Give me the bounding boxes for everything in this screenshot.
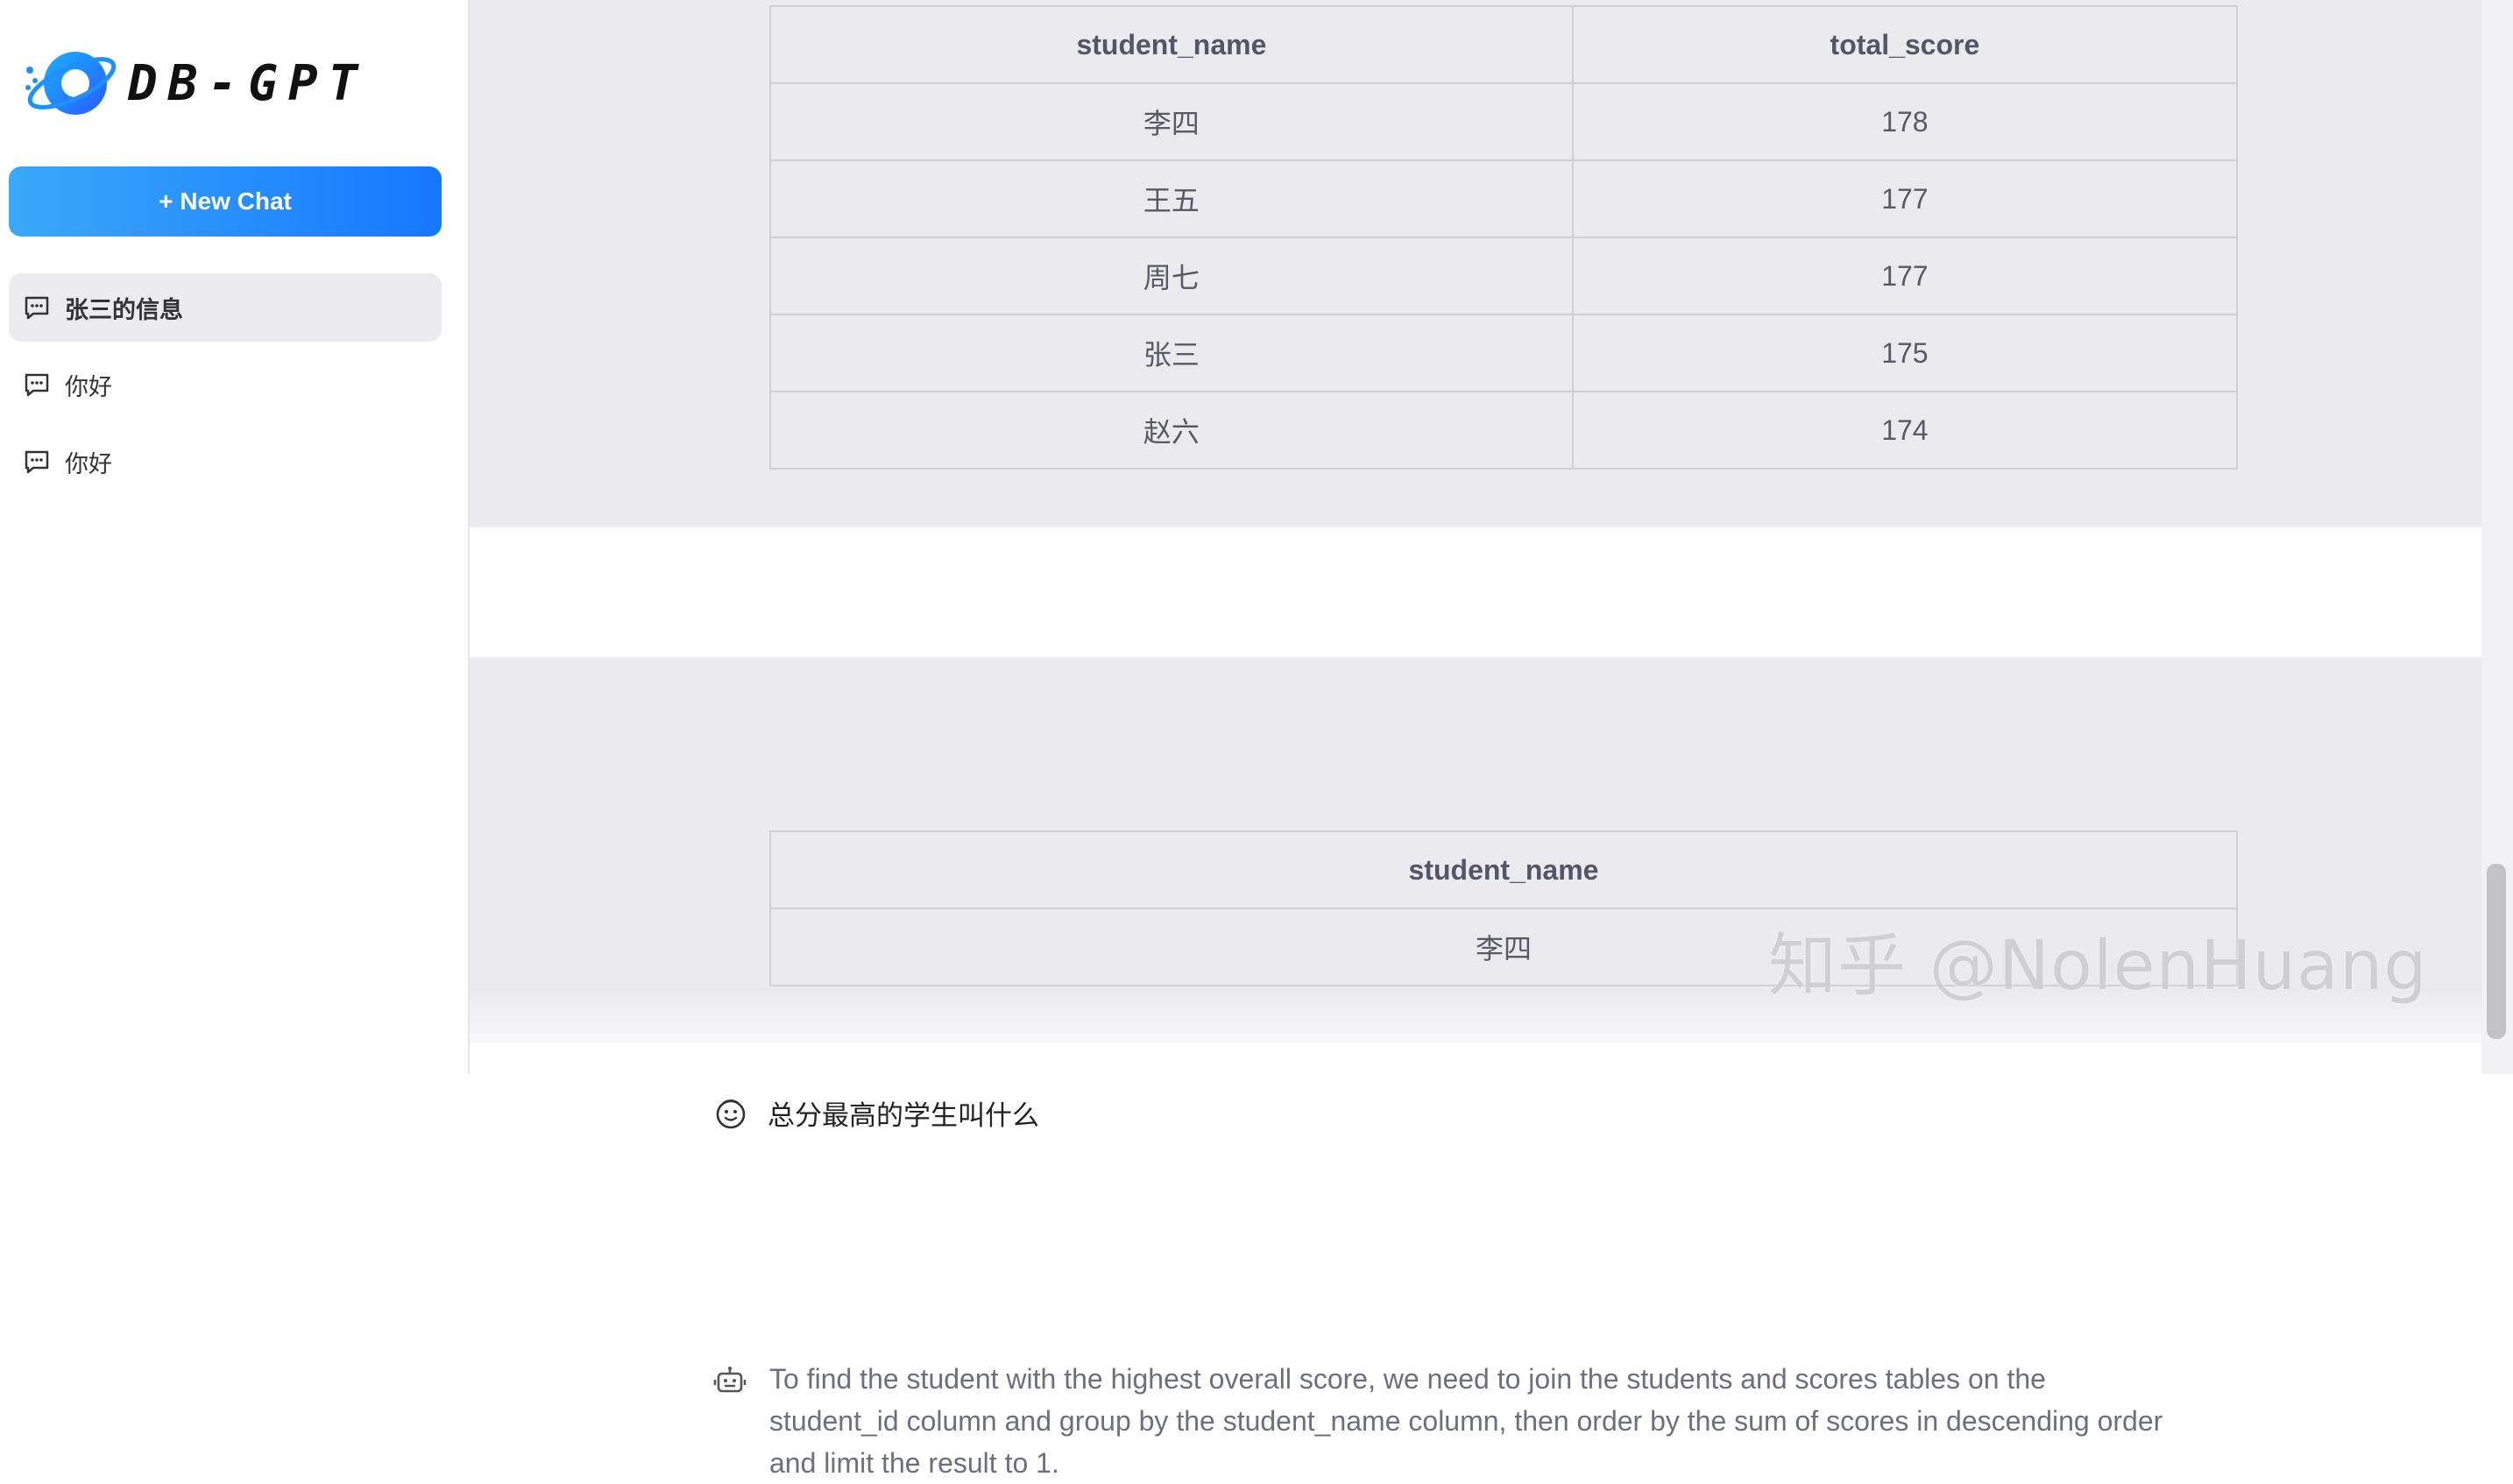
conversation-label: 张三的信息	[65, 296, 183, 324]
table-cell: 178	[1571, 82, 2239, 161]
robot-icon	[713, 1367, 747, 1393]
app-logo[interactable]: DB-GPT	[21, 44, 424, 123]
table-cell: 张三	[769, 314, 1574, 392]
table-row: 李四 178	[769, 82, 2239, 161]
table-header-row: student_name total_score	[769, 5, 2239, 84]
logo-text: DB-GPT	[128, 54, 369, 112]
table-cell: 177	[1571, 237, 2239, 315]
table-cell: 赵六	[769, 391, 1574, 470]
conversation-list: 张三的信息 你好 你好	[9, 273, 442, 505]
table-cell: 李四	[769, 82, 1574, 161]
result-table-scores: student_name total_score 李四 178 王五 177 周…	[769, 5, 2239, 470]
user-message-section: 总分最高的学生叫什么	[470, 527, 2481, 1132]
conversation-item-2[interactable]: 你好	[9, 350, 442, 419]
table-row: 王五 177	[769, 159, 2239, 238]
bot-message-text: To find the student with the highest ove…	[769, 1363, 2163, 1479]
column-header: student_name	[769, 830, 2238, 909]
table-row: 周七 177	[769, 237, 2239, 315]
column-header: total_score	[1571, 5, 2239, 84]
message-square-icon	[25, 373, 49, 397]
sidebar: DB-GPT + New Chat 张三的信息 你好 你好	[0, 0, 470, 1074]
message-square-icon	[25, 450, 49, 474]
message-square-icon	[25, 296, 49, 320]
planet-logo-icon	[25, 52, 117, 115]
user-message: 总分最高的学生叫什么	[713, 1093, 1039, 1133]
column-header: student_name	[769, 5, 1574, 84]
conversation-label: 你好	[65, 450, 112, 478]
scrollbar-thumb[interactable]	[2487, 864, 2506, 1039]
table-cell: 周七	[769, 237, 1574, 315]
bot-response-section: student_name total_score 李四 178 王五 177 周…	[470, 0, 2481, 527]
table-row: 张三 175	[769, 314, 2239, 392]
bot-message: To find the student with the highest ove…	[713, 1358, 2171, 1484]
conversation-label: 你好	[65, 373, 112, 401]
table-cell: 王五	[769, 159, 1574, 238]
conversation-item-3[interactable]: 你好	[9, 428, 442, 496]
table-cell: 174	[1571, 391, 2239, 470]
smiley-face-icon	[716, 1099, 746, 1128]
table-row: 赵六 174	[769, 391, 2239, 470]
watermark: 知乎 @NolenHuang	[1768, 927, 2428, 1006]
table-header-row: student_name	[769, 830, 2238, 909]
new-chat-button[interactable]: + New Chat	[9, 166, 442, 237]
scrollbar[interactable]	[2481, 0, 2513, 1074]
table-cell: 175	[1571, 314, 2239, 392]
conversation-item-1[interactable]: 张三的信息	[9, 273, 442, 342]
user-message-text: 总分最高的学生叫什么	[768, 1100, 1039, 1132]
table-cell: 177	[1571, 159, 2239, 238]
